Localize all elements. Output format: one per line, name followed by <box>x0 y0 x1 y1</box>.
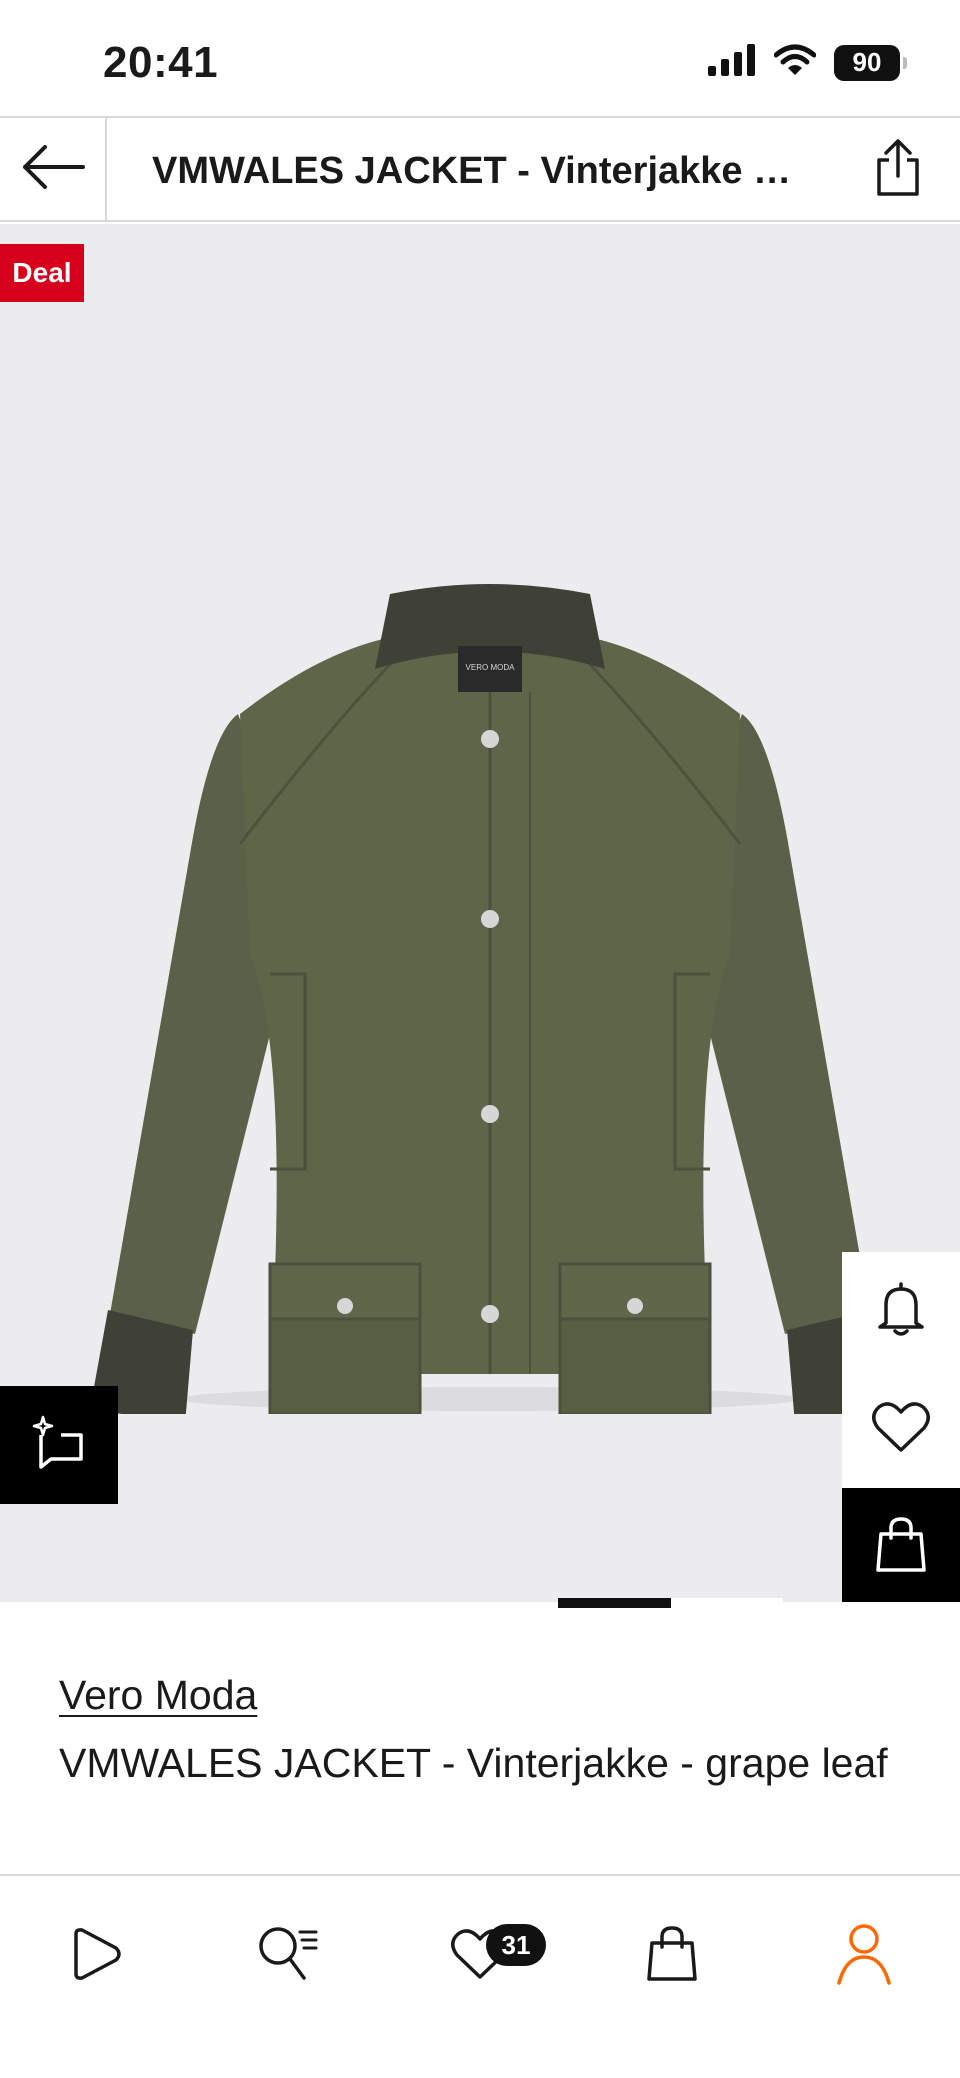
battery-level: 90 <box>852 47 882 77</box>
nav-inspiration[interactable] <box>36 1906 156 2006</box>
deal-badge: Deal <box>0 244 84 302</box>
image-brand-label: VERO MODA <box>466 663 516 672</box>
wishlist-button[interactable] <box>842 1370 960 1488</box>
search-icon <box>256 1924 320 1989</box>
product-header: VMWALES JACKET - Vinterjakke - grape lea… <box>0 116 960 222</box>
carousel-dot <box>671 1598 783 1608</box>
sparkle-icon <box>31 1415 87 1476</box>
header-title: VMWALES JACKET - Vinterjakke - grape lea… <box>152 150 802 192</box>
product-name: VMWALES JACKET - Vinterjakke - grape lea… <box>59 1740 888 1786</box>
arrow-left-icon <box>21 144 85 194</box>
bottom-navigation: 31 <box>0 1874 960 2078</box>
status-icons: 90 <box>708 44 907 81</box>
share-icon <box>873 138 923 203</box>
heart-icon <box>871 1400 931 1459</box>
nav-bag[interactable] <box>612 1906 732 2006</box>
nav-wishlist[interactable]: 31 <box>420 1906 546 2006</box>
carousel-dot-active <box>558 1598 671 1608</box>
product-info: Vero Moda VMWALES JACKET - Vinterjakke -… <box>0 1608 960 1874</box>
ai-assistant-button[interactable] <box>0 1386 118 1504</box>
product-image-gallery[interactable]: Deal VERO MODA <box>0 224 960 1602</box>
wishlist-count-badge: 31 <box>486 1924 546 1966</box>
status-bar: 20:41 90 <box>0 0 960 116</box>
carousel-indicator <box>0 1598 960 1608</box>
wifi-icon <box>773 44 817 81</box>
bell-icon <box>876 1281 926 1342</box>
side-actions <box>842 1252 960 1602</box>
nav-profile[interactable] <box>804 1906 924 2006</box>
brand-link[interactable]: Vero Moda <box>59 1672 257 1719</box>
add-to-bag-button[interactable] <box>842 1488 960 1602</box>
profile-icon <box>836 1923 892 1990</box>
share-button[interactable] <box>866 138 930 202</box>
product-image: VERO MODA <box>90 584 890 1414</box>
shopping-bag-icon <box>875 1516 927 1579</box>
signal-icon <box>708 44 756 81</box>
status-time: 20:41 <box>103 38 219 87</box>
nav-search[interactable] <box>228 1906 348 2006</box>
back-button[interactable] <box>0 118 107 220</box>
notify-button[interactable] <box>842 1252 960 1370</box>
bag-icon <box>646 1925 698 1988</box>
battery-icon: 90 <box>834 44 907 81</box>
play-icon <box>68 1926 124 1987</box>
